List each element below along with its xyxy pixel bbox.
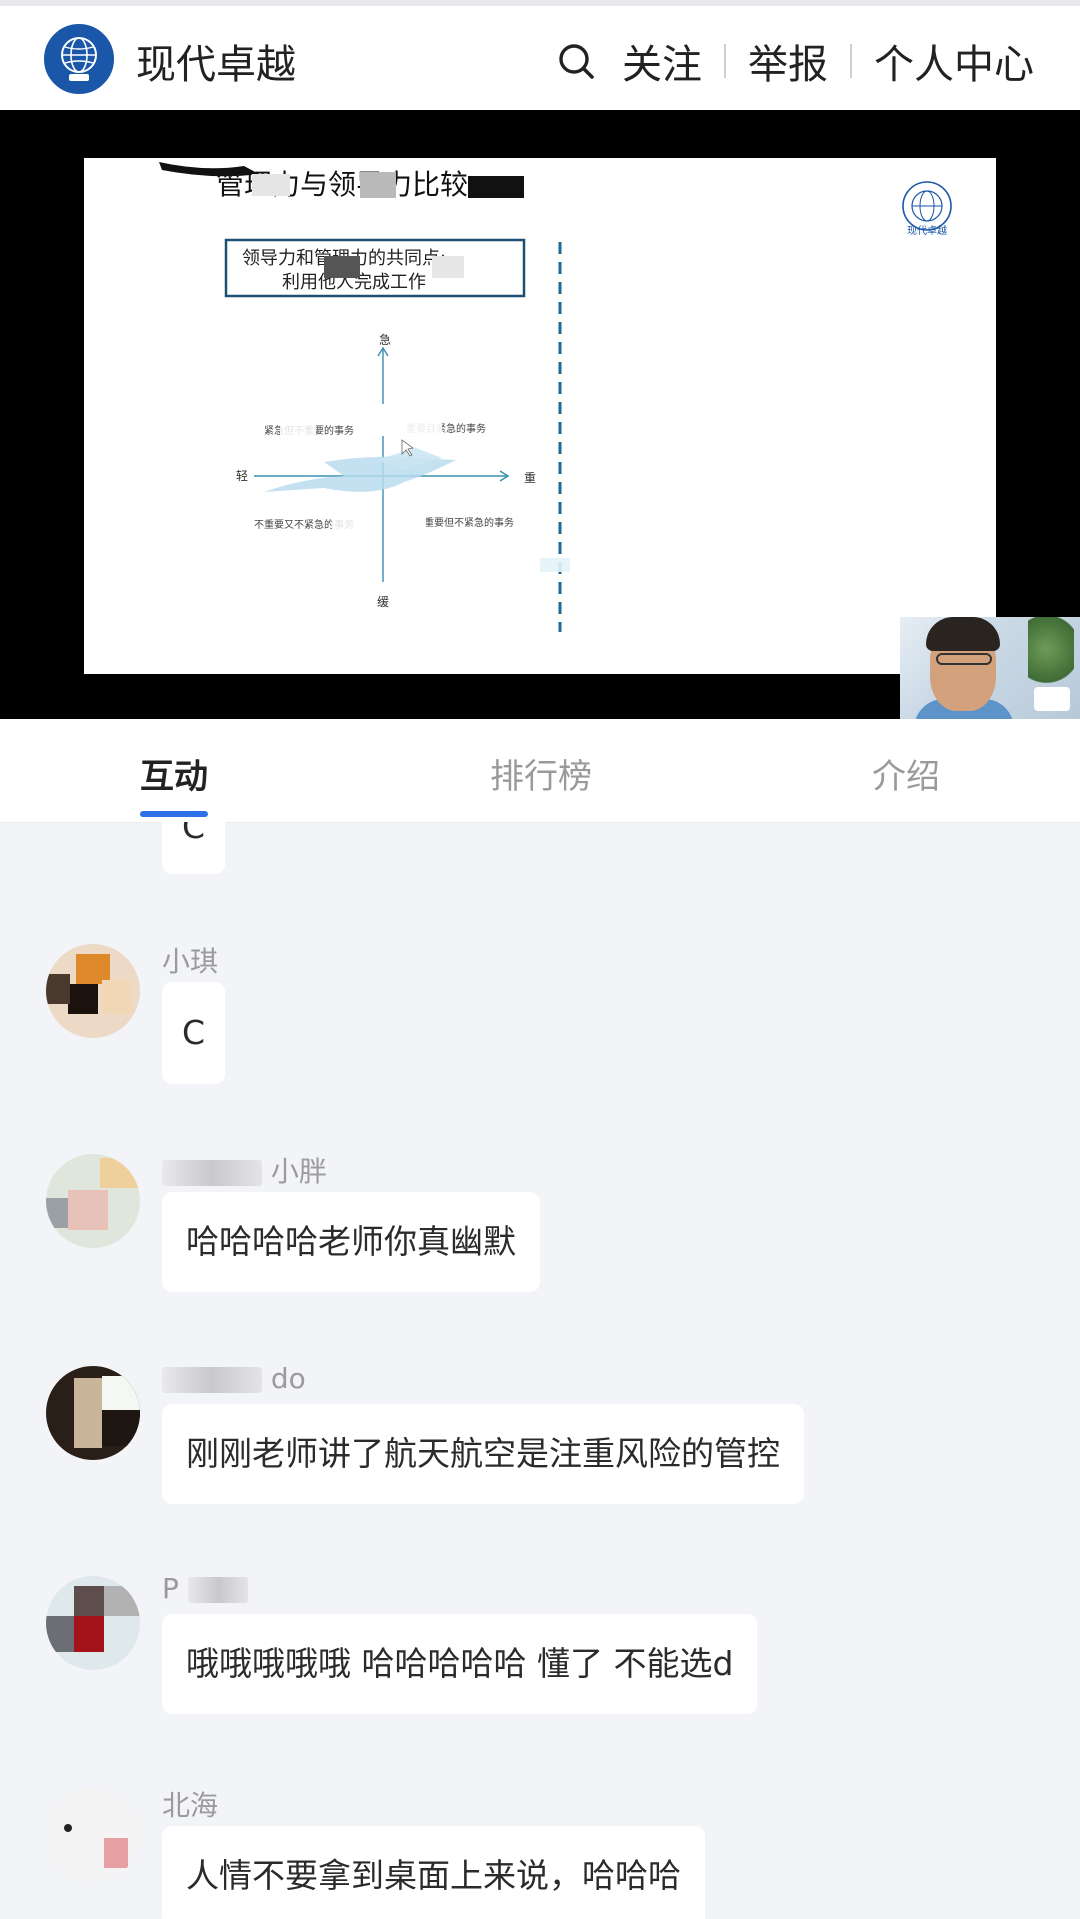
sender-name: 北海 — [162, 1789, 219, 1822]
divider — [724, 44, 726, 78]
avatar[interactable] — [46, 1154, 140, 1248]
tab-interaction[interactable]: 互动 — [140, 749, 208, 798]
active-tab-indicator — [140, 811, 208, 817]
divider — [850, 44, 852, 78]
tab-intro[interactable]: 介绍 — [872, 749, 940, 798]
avatar[interactable] — [46, 1576, 140, 1670]
axis-label-right: 重 — [524, 471, 536, 485]
app-header: 现代卓越 关注 举报 个人中心 — [0, 6, 1080, 110]
quadrant-label-br: 重要但不紧急的事务 — [424, 516, 514, 529]
axis-label-bottom: 缓 — [377, 595, 389, 609]
message-bubble: 人情不要拿到桌面上来说，哈哈哈 — [162, 1826, 705, 1919]
presentation-slide: 管理力与领导力比较 现代卓越 领导力和管理力的共同点: 利用他人完成工作 — [84, 158, 996, 674]
slide-logo-text: 现代卓越 — [907, 224, 947, 237]
report-button[interactable]: 举报 — [748, 32, 828, 90]
app-title: 现代卓越 — [136, 42, 296, 88]
tab-bar: 互动 排行榜 介绍 — [0, 719, 1080, 823]
message-bubble: 哦哦哦哦哦 哈哈哈哈哈 懂了 不能选d — [162, 1614, 758, 1714]
axis-label-top: 急 — [379, 332, 391, 347]
avatar[interactable] — [46, 1366, 140, 1460]
live-video-player[interactable]: 管理力与领导力比较 现代卓越 领导力和管理力的共同点: 利用他人完成工作 — [0, 110, 1080, 719]
slide-logo-icon: 现代卓越 — [902, 181, 952, 237]
message-bubble: C — [162, 982, 226, 1084]
follow-button[interactable]: 关注 — [622, 32, 702, 90]
globe-logo-icon — [44, 24, 114, 94]
sender-name: 小琪 — [162, 945, 219, 978]
chat-list[interactable]: C 小琪 C 小胖 哈哈哈哈老师你真幽默 do 刚刚老师讲了航天航空是注重风险的… — [0, 822, 1080, 1919]
avatar[interactable] — [46, 944, 140, 1038]
sender-name: do — [162, 1362, 306, 1395]
sender-name: P — [162, 1572, 248, 1605]
search-icon[interactable] — [556, 41, 596, 81]
profile-center-button[interactable]: 个人中心 — [874, 32, 1034, 90]
teacher-camera-feed[interactable] — [900, 617, 1080, 719]
message-bubble: 哈哈哈哈老师你真幽默 — [162, 1192, 540, 1292]
message-bubble: 刚刚老师讲了航天航空是注重风险的管控 — [162, 1404, 804, 1504]
axis-label-left: 轻 — [236, 469, 248, 483]
message-bubble: C — [162, 822, 226, 874]
avatar[interactable] — [46, 1788, 140, 1882]
tab-ranking[interactable]: 排行榜 — [490, 749, 592, 798]
sender-name: 小胖 — [162, 1150, 327, 1190]
